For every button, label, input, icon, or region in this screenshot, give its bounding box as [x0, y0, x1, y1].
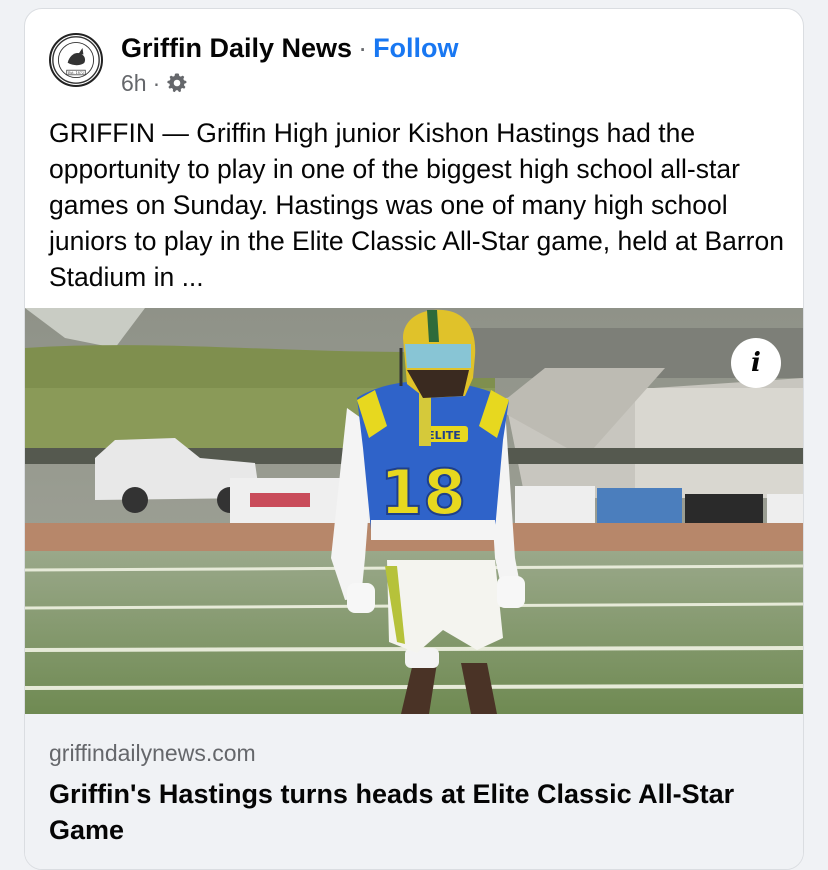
link-title[interactable]: Griffin's Hastings turns heads at Elite …: [49, 776, 769, 848]
post-timestamp[interactable]: 6h: [121, 69, 147, 97]
post-body-text: GRIFFIN — Griffin High junior Kishon Has…: [49, 118, 784, 292]
follow-button[interactable]: Follow: [373, 33, 458, 63]
link-preview[interactable]: griffindailynews.com Griffin's Hastings …: [25, 714, 803, 869]
link-domain: griffindailynews.com: [49, 740, 256, 766]
name-separator: ·: [358, 33, 368, 63]
avatar-caption: Est. 1872: [68, 71, 84, 75]
newspaper-logo-icon: Est. 1872: [52, 36, 100, 84]
jersey-text: ELITE: [427, 429, 461, 442]
post-meta: 6h ·: [121, 69, 188, 97]
post-photo[interactable]: 18 ELITE i: [25, 308, 803, 714]
gear-icon[interactable]: [166, 72, 188, 94]
page-name-row: Griffin Daily News · Follow: [121, 31, 459, 65]
football-player-photo: 18 ELITE: [25, 308, 803, 714]
post-header: Est. 1872 Griffin Daily News · Follow 6h ·: [25, 9, 803, 109]
post-card: Est. 1872 Griffin Daily News · Follow 6h ·…: [24, 8, 804, 870]
page-name[interactable]: Griffin Daily News: [121, 33, 352, 63]
jersey-number: 18: [380, 456, 466, 529]
page-avatar[interactable]: Est. 1872: [49, 33, 103, 87]
meta-separator: ·: [152, 70, 161, 96]
info-button[interactable]: i: [731, 338, 781, 388]
